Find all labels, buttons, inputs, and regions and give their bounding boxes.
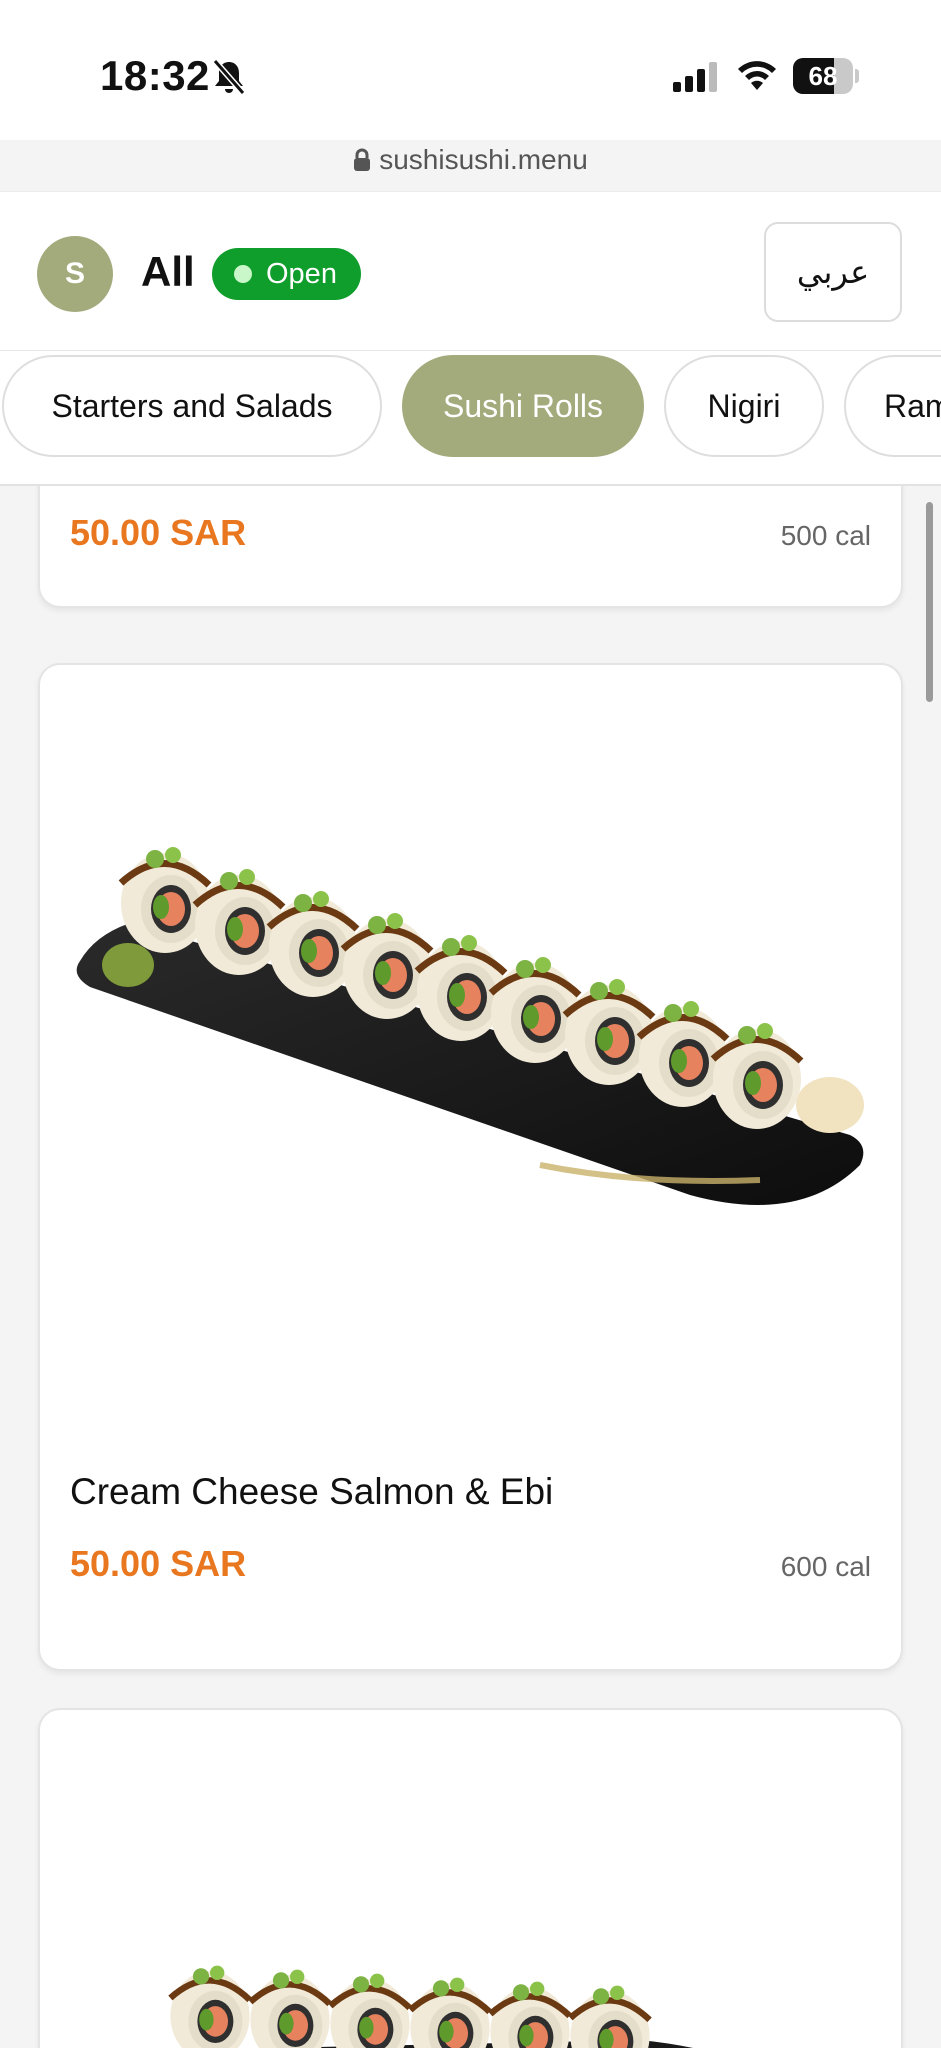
item-image (76, 847, 864, 1205)
menu-item-card[interactable]: 50.00 SAR 500 cal (38, 486, 903, 608)
page-title: All (141, 248, 195, 295)
battery-icon: 68 (793, 58, 859, 94)
wifi-icon (738, 61, 776, 90)
tab-ramen[interactable]: Ram (844, 355, 941, 457)
menu-list[interactable]: 50.00 SAR 500 cal Cream Cheese Salmon & … (0, 486, 941, 2048)
item-price: 50.00 SAR (70, 1543, 247, 1584)
item-price: 50.00 SAR (70, 512, 247, 553)
menu-item-card[interactable]: Cream Cheese Salmon & Ebi 50.00 SAR 600 … (38, 663, 903, 1671)
menu-header: S All Open عربي (0, 191, 941, 350)
status-dot-icon (234, 265, 252, 283)
item-image (168, 1965, 694, 2048)
tab-sushi-rolls[interactable]: Sushi Rolls (402, 355, 644, 457)
category-tabs[interactable]: Starters and Salads Sushi Rolls Nigiri R… (0, 350, 941, 486)
item-calories: 600 cal (780, 1551, 871, 1582)
battery-level: 68 (808, 61, 838, 91)
lock-icon (354, 148, 371, 171)
url-text: sushisushi.menu (379, 144, 588, 175)
item-calories: 500 cal (780, 520, 871, 551)
scrollbar[interactable] (926, 502, 933, 702)
tab-nigiri[interactable]: Nigiri (664, 355, 824, 457)
address-bar[interactable]: sushisushi.menu (0, 144, 941, 176)
language-button[interactable]: عربي (764, 222, 902, 322)
item-name: Cream Cheese Salmon & Ebi (70, 1471, 554, 1512)
tab-starters-and-salads[interactable]: Starters and Salads (2, 355, 382, 457)
status-time: 18:32 (100, 52, 210, 99)
status-badge-label: Open (266, 258, 337, 290)
status-badge: Open (212, 248, 361, 300)
signal-icon (673, 62, 717, 92)
menu-item-card[interactable] (38, 1708, 903, 2048)
status-bar: 18:32 68 sushisushi.menu (0, 0, 941, 175)
bell-off-icon (212, 59, 246, 95)
avatar: S (37, 236, 113, 312)
